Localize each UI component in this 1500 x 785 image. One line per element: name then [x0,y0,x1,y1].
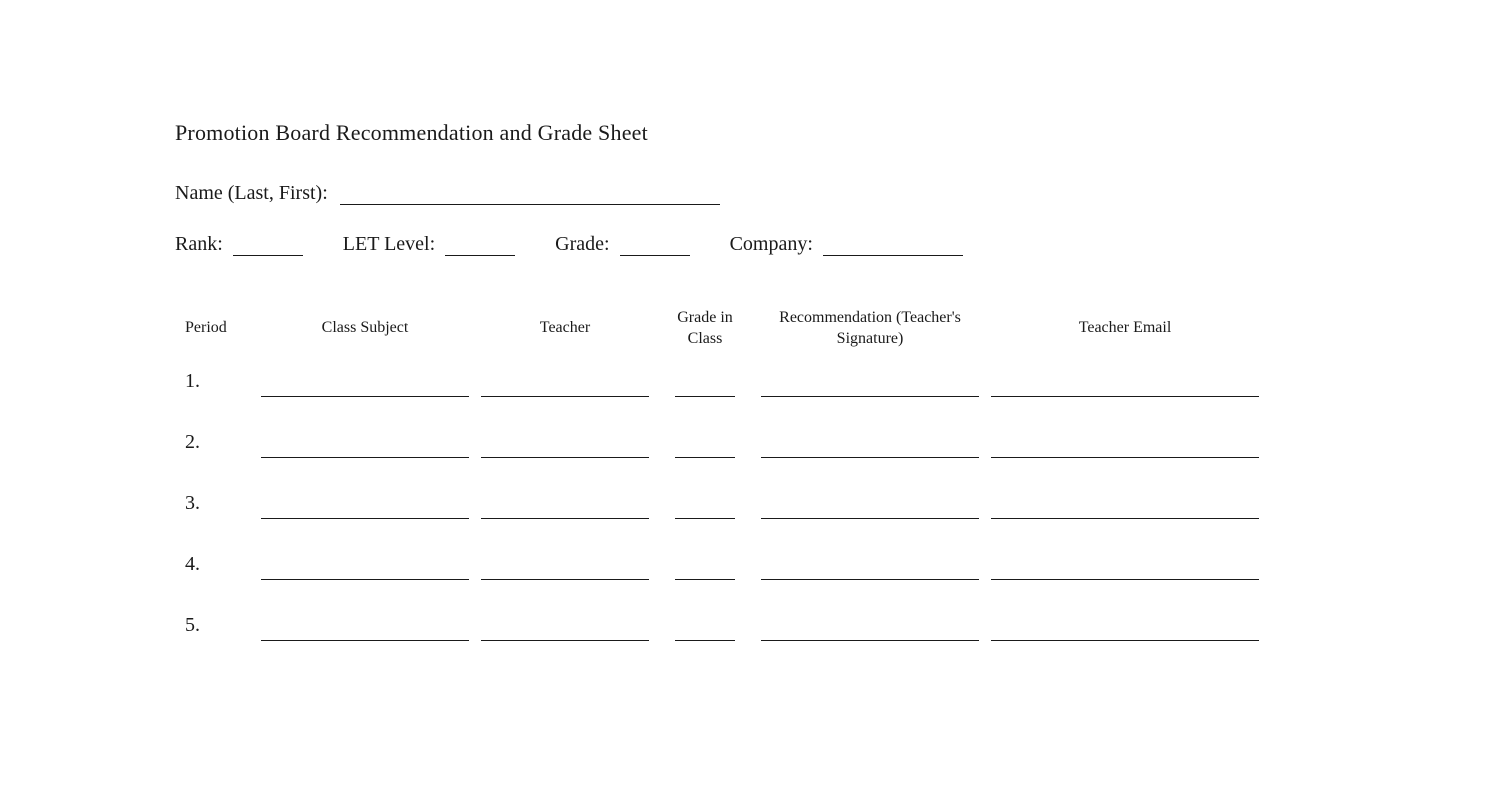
row-5-grade[interactable] [675,617,735,641]
let-level-input-line[interactable] [445,234,515,256]
row-5-class-subject[interactable] [261,617,469,641]
row-num-5: 5. [175,614,255,641]
table-row: 3. [175,492,1325,519]
grade-field: Grade: [555,233,689,256]
col-period: Period [175,318,255,339]
rank-input-line[interactable] [233,234,303,256]
row-5-teacher[interactable] [481,617,649,641]
let-level-label: LET Level: [343,233,435,256]
col-class-subject: Class Subject [255,318,475,339]
table-header: Period Class Subject Teacher Grade in Cl… [175,308,1325,350]
row-num-4: 4. [175,553,255,580]
company-label: Company: [730,233,813,256]
name-label: Name (Last, First): [175,182,328,205]
row-2-grade[interactable] [675,434,735,458]
col-recommendation: Recommendation (Teacher's Signature) [755,308,985,350]
row-5-email[interactable] [991,617,1259,641]
row-num-1: 1. [175,370,255,397]
col-teacher-email: Teacher Email [985,318,1265,339]
row-1-class-subject[interactable] [261,373,469,397]
company-field: Company: [730,233,963,256]
row-1-grade[interactable] [675,373,735,397]
row-4-recommendation[interactable] [761,556,979,580]
row-5-recommendation[interactable] [761,617,979,641]
row-2-recommendation[interactable] [761,434,979,458]
row-3-grade[interactable] [675,495,735,519]
rank-label: Rank: [175,233,223,256]
row-num-3: 3. [175,492,255,519]
info-row: Rank: LET Level: Grade: Company: [175,233,1325,256]
row-3-teacher[interactable] [481,495,649,519]
table-row: 1. [175,370,1325,397]
col-teacher: Teacher [475,318,655,339]
rank-field: Rank: [175,233,303,256]
row-4-grade[interactable] [675,556,735,580]
row-4-teacher[interactable] [481,556,649,580]
row-3-email[interactable] [991,495,1259,519]
grade-label: Grade: [555,233,609,256]
row-4-class-subject[interactable] [261,556,469,580]
let-level-field: LET Level: [343,233,515,256]
table-row: 4. [175,553,1325,580]
row-2-class-subject[interactable] [261,434,469,458]
table-section: Period Class Subject Teacher Grade in Cl… [175,308,1325,641]
grade-input-line[interactable] [620,234,690,256]
row-num-2: 2. [175,431,255,458]
name-row: Name (Last, First): [175,182,1325,205]
name-input-line[interactable] [340,183,720,205]
row-1-recommendation[interactable] [761,373,979,397]
page-container: Promotion Board Recommendation and Grade… [0,0,1500,735]
row-2-teacher[interactable] [481,434,649,458]
row-4-email[interactable] [991,556,1259,580]
row-3-class-subject[interactable] [261,495,469,519]
row-1-email[interactable] [991,373,1259,397]
col-grade-in-class: Grade in Class [655,308,755,350]
form-title: Promotion Board Recommendation and Grade… [175,120,1325,146]
table-row: 2. [175,431,1325,458]
row-1-teacher[interactable] [481,373,649,397]
company-input-line[interactable] [823,234,963,256]
row-3-recommendation[interactable] [761,495,979,519]
table-row: 5. [175,614,1325,641]
row-2-email[interactable] [991,434,1259,458]
